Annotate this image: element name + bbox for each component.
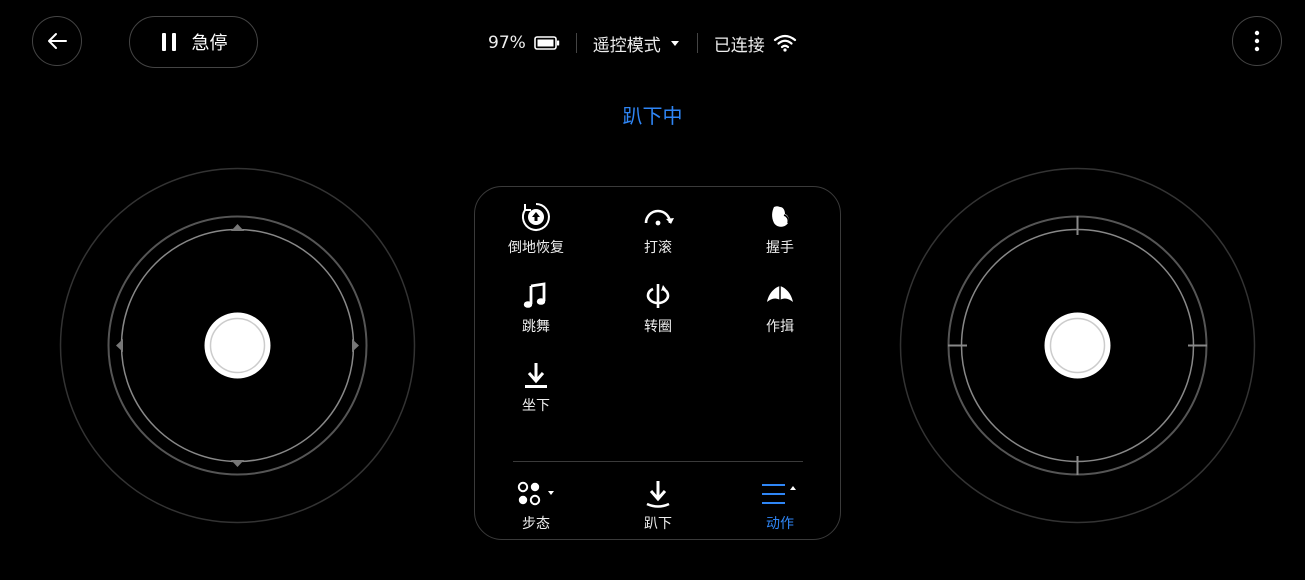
menu-lines-icon — [762, 484, 796, 504]
action-label: 作揖 — [766, 319, 794, 335]
status-divider — [696, 33, 698, 53]
tab-lie-down[interactable]: 趴下 — [608, 477, 708, 533]
joystick-up-arrow — [231, 224, 244, 231]
bow-icon — [767, 286, 793, 302]
action-label: 握手 — [766, 240, 794, 256]
music-note-icon — [523, 282, 546, 308]
emergency-stop-button[interactable]: 急停 — [129, 16, 258, 68]
tab-gait[interactable]: 步态 — [486, 477, 586, 533]
lie-down-icon — [646, 481, 670, 508]
tab-label: 步态 — [522, 516, 550, 532]
battery-percent: 97% — [488, 33, 526, 53]
status-divider — [575, 33, 577, 53]
action-label: 倒地恢复 — [508, 240, 564, 256]
action-panel: 倒地恢复 打滚 握手 跳舞 转圈 作揖 坐下 步态 趴下 动作 — [474, 186, 841, 540]
action-handshake[interactable]: 握手 — [730, 201, 830, 257]
action-spin[interactable]: 转圈 — [608, 280, 708, 336]
sit-down-icon — [525, 363, 547, 388]
status-bar: 97% 遥控模式 已连接 — [488, 28, 797, 58]
more-button[interactable] — [1232, 16, 1282, 66]
caret-down-icon — [670, 41, 679, 46]
tab-label: 趴下 — [644, 516, 672, 532]
action-label: 跳舞 — [522, 319, 550, 335]
handshake-icon — [772, 206, 789, 227]
robot-state-title: 趴下中 — [622, 104, 683, 128]
mode-selector[interactable]: 遥控模式 — [593, 31, 681, 56]
mode-label: 遥控模式 — [592, 35, 661, 56]
action-dance[interactable]: 跳舞 — [486, 280, 586, 336]
wifi-icon — [773, 34, 796, 52]
action-recover[interactable]: 倒地恢复 — [486, 201, 586, 257]
emergency-stop-label: 急停 — [191, 33, 228, 54]
spin-icon — [646, 284, 670, 308]
right-joystick[interactable] — [899, 167, 1256, 524]
gait-icon — [517, 481, 554, 506]
battery-icon — [533, 36, 559, 50]
action-bow[interactable]: 作揖 — [730, 280, 830, 336]
action-label: 转圈 — [644, 319, 672, 335]
back-button[interactable] — [32, 16, 82, 66]
joystick-left-arrow — [116, 339, 123, 352]
action-label: 打滚 — [644, 240, 672, 256]
action-sit[interactable]: 坐下 — [486, 359, 586, 415]
arrow-left-icon — [48, 33, 67, 49]
action-roll[interactable]: 打滚 — [608, 201, 708, 257]
joystick-down-arrow — [231, 460, 244, 467]
more-vertical-icon — [1254, 30, 1260, 52]
pause-icon — [161, 33, 176, 51]
joystick-knob — [204, 312, 271, 379]
tab-label: 动作 — [766, 516, 794, 532]
action-label: 坐下 — [522, 398, 550, 414]
tab-actions[interactable]: 动作 — [730, 477, 830, 533]
connection-status: 已连接 — [713, 35, 765, 56]
panel-divider — [513, 461, 803, 462]
joystick-knob — [1044, 312, 1111, 379]
roll-icon — [644, 209, 674, 226]
left-joystick[interactable] — [59, 167, 416, 524]
joystick-right-arrow — [352, 339, 359, 352]
recover-icon — [522, 203, 550, 231]
